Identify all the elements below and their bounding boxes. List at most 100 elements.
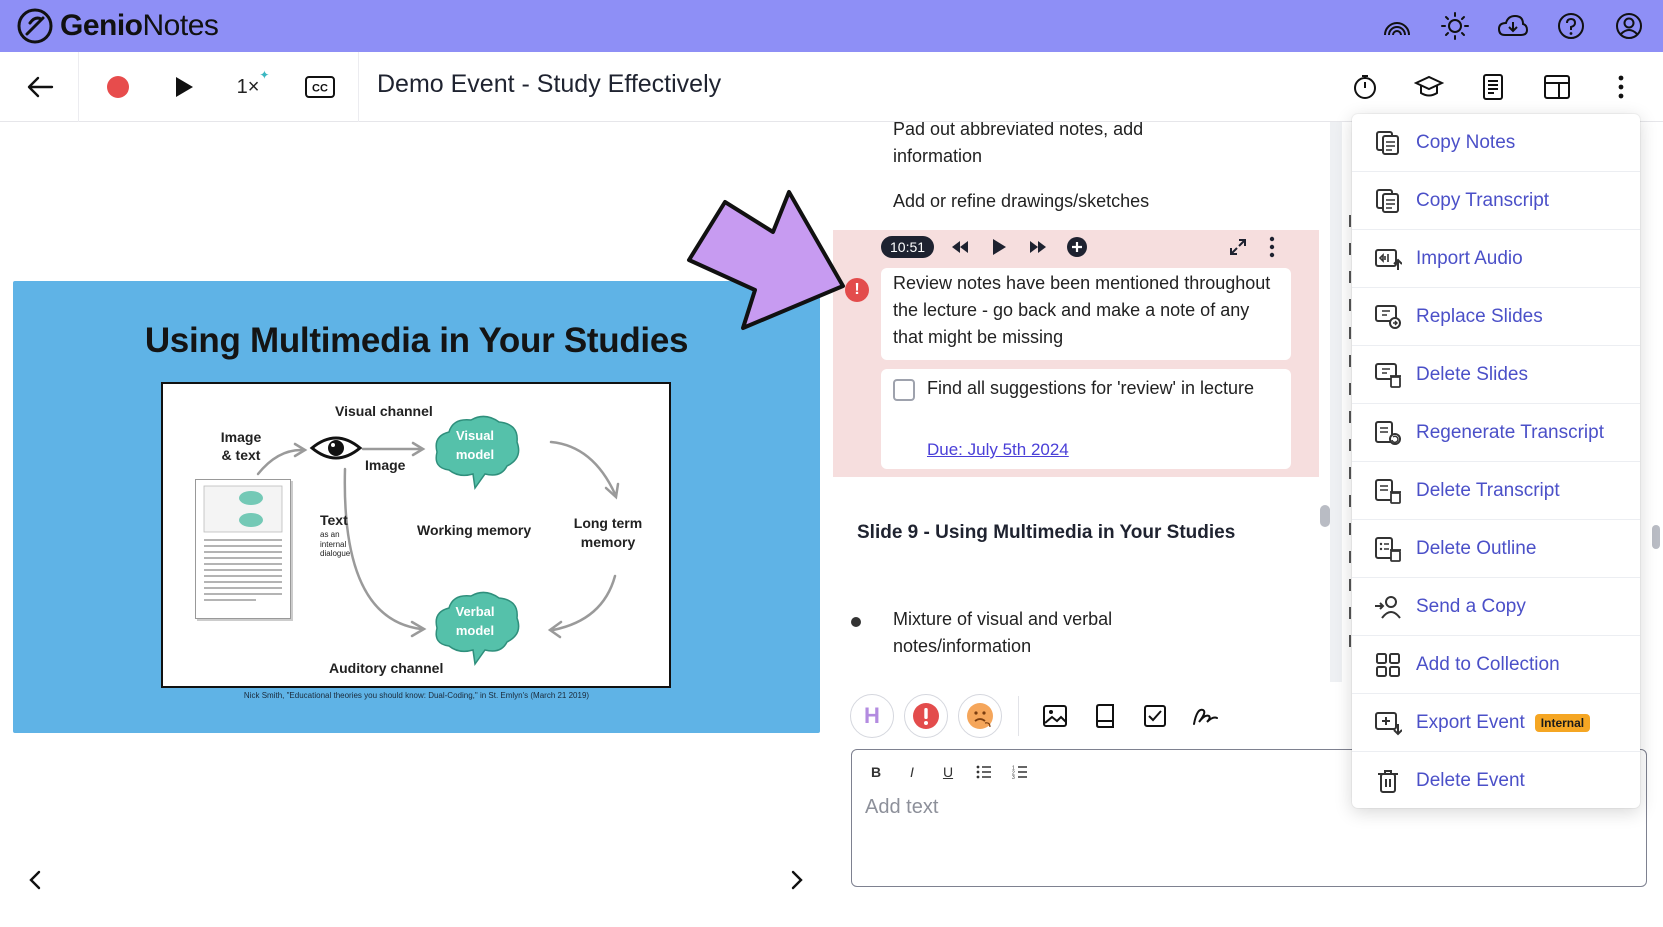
delete-outline-icon (1372, 533, 1404, 565)
menu-item-delete-transcript[interactable]: Delete Transcript (1352, 462, 1640, 520)
signature-icon[interactable] (1185, 696, 1225, 736)
text-label: Text (320, 512, 348, 528)
graduation-cap-icon[interactable] (1407, 65, 1451, 109)
rewind-icon[interactable] (947, 234, 973, 260)
menu-item-delete-outline[interactable]: Delete Outline (1352, 520, 1640, 578)
svg-text:3: 3 (1012, 775, 1015, 779)
bullet-note[interactable]: Mixture of visual and verbal notes/infor… (893, 606, 1173, 660)
arrow-left-icon (27, 76, 54, 98)
image-label: Image (365, 457, 406, 473)
import-audio-icon (1372, 243, 1404, 275)
document-thumbnail (195, 479, 291, 619)
chevron-left-icon (29, 870, 41, 890)
slide-view[interactable]: Using Multimedia in Your Studies Visual … (13, 281, 820, 733)
menu-item-copy-notes[interactable]: Copy Notes (1352, 114, 1640, 172)
expand-icon[interactable] (1225, 234, 1251, 260)
review-note-card[interactable]: Review notes have been mentioned through… (881, 268, 1291, 360)
italic-button[interactable]: I (902, 762, 922, 782)
event-title[interactable]: Demo Event - Study Effectively (377, 70, 721, 99)
task-checkbox[interactable] (893, 379, 915, 401)
genio-notes-logo[interactable]: GenioNotes (16, 6, 219, 46)
brightness-icon[interactable] (1437, 8, 1473, 44)
image-icon[interactable] (1035, 696, 1075, 736)
menu-item-send-copy[interactable]: Send a Copy (1352, 578, 1640, 636)
signal-icon[interactable] (1379, 8, 1415, 44)
task-due-date[interactable]: Due: July 5th 2024 (927, 440, 1069, 460)
help-icon[interactable] (1553, 8, 1589, 44)
send-copy-icon (1372, 591, 1404, 623)
brand-name: GenioNotes (60, 9, 219, 42)
bullet-list-icon (976, 765, 991, 779)
menu-item-delete-event[interactable]: Delete Event (1352, 752, 1640, 810)
bold-button[interactable]: B (866, 762, 886, 782)
document-icon[interactable] (1471, 65, 1515, 109)
menu-item-replace-slides[interactable]: Replace Slides (1352, 288, 1640, 346)
note-type-toolbar: H (850, 690, 1225, 742)
underline-button[interactable]: U (938, 762, 958, 782)
play-button[interactable] (166, 65, 202, 109)
note-more-icon[interactable] (1259, 234, 1285, 260)
playback-speed-button[interactable]: 1× ✦ (226, 65, 270, 109)
export-event-icon (1372, 707, 1404, 739)
record-button[interactable] (100, 65, 136, 109)
auditory-channel-label: Auditory channel (329, 660, 444, 676)
visual-channel-label: Visual channel (335, 403, 433, 419)
layout-icon[interactable] (1535, 65, 1579, 109)
alert-button[interactable] (904, 694, 948, 738)
note-pad-out[interactable]: Pad out abbreviated notes, add informati… (893, 122, 1193, 170)
note-refine-drawings[interactable]: Add or refine drawings/sketches (893, 188, 1149, 215)
cloud-icon[interactable] (1495, 8, 1531, 44)
slide-section-heading[interactable]: Slide 9 - Using Multimedia in Your Studi… (857, 522, 1235, 544)
sparkle-icon: ✦ (259, 67, 270, 82)
menu-item-import-audio[interactable]: Import Audio (1352, 230, 1640, 288)
working-memory-label: Working memory (417, 522, 532, 538)
timer-icon[interactable] (1343, 65, 1387, 109)
menu-item-export-event[interactable]: Export Event Internal (1352, 694, 1640, 752)
copy-transcript-icon (1372, 185, 1404, 217)
delete-transcript-icon (1372, 475, 1404, 507)
confused-emoji-button[interactable] (958, 694, 1002, 738)
menu-item-regenerate-transcript[interactable]: Regenerate Transcript (1352, 404, 1640, 462)
previous-slide-button[interactable] (20, 865, 50, 895)
captions-button[interactable]: CC (300, 65, 340, 109)
dual-coding-diagram: Visual channel Image & text Image Visual… (161, 382, 671, 688)
book-icon[interactable] (1085, 696, 1125, 736)
transcript-gutter (1330, 122, 1342, 682)
transcript-scrollbar[interactable] (1652, 525, 1660, 549)
menu-item-copy-transcript[interactable]: Copy Transcript (1352, 172, 1640, 230)
menu-item-delete-slides[interactable]: Delete Slides (1352, 346, 1640, 404)
fast-forward-icon[interactable] (1025, 234, 1051, 260)
menu-item-add-to-collection[interactable]: Add to Collection (1352, 636, 1640, 694)
internal-badge: Internal (1534, 713, 1591, 732)
task-card[interactable]: Find all suggestions for 'review' in lec… (881, 369, 1291, 469)
image-text-label: Image & text (220, 429, 262, 464)
verbal-model-label: Verbal model (455, 604, 495, 638)
checkbox-icon[interactable] (1135, 696, 1175, 736)
event-toolbar: 1× ✦ CC Demo Event - Study Effectively (0, 52, 1663, 122)
collection-icon (1372, 649, 1404, 681)
bullet-list-button[interactable] (974, 762, 994, 782)
next-slide-button[interactable] (782, 865, 812, 895)
bullet-dot (851, 617, 861, 627)
editor-placeholder[interactable]: Add text (865, 796, 938, 819)
back-button[interactable] (20, 65, 60, 109)
add-circle-icon[interactable] (1064, 234, 1090, 260)
svg-text:CC: CC (312, 83, 328, 95)
play-icon (176, 77, 193, 97)
eye-icon (309, 436, 363, 460)
closed-captions-icon: CC (305, 76, 335, 98)
note-play-icon[interactable] (986, 234, 1012, 260)
heading-button[interactable]: H (850, 694, 894, 738)
task-text[interactable]: Find all suggestions for 'review' in lec… (927, 375, 1267, 402)
note-timestamp[interactable]: 10:51 (881, 236, 935, 258)
delete-slides-icon (1372, 359, 1404, 391)
notes-panel[interactable]: Pad out abbreviated notes, add informati… (833, 122, 1319, 679)
account-icon[interactable] (1611, 8, 1647, 44)
annotation-arrow (687, 190, 845, 330)
more-vertical-icon[interactable] (1599, 65, 1643, 109)
numbered-list-button[interactable]: 123 (1010, 762, 1030, 782)
review-note-text[interactable]: Review notes have been mentioned through… (893, 270, 1273, 351)
record-icon (107, 76, 129, 98)
notes-scrollbar[interactable] (1320, 505, 1330, 527)
chevron-right-icon (791, 870, 803, 890)
